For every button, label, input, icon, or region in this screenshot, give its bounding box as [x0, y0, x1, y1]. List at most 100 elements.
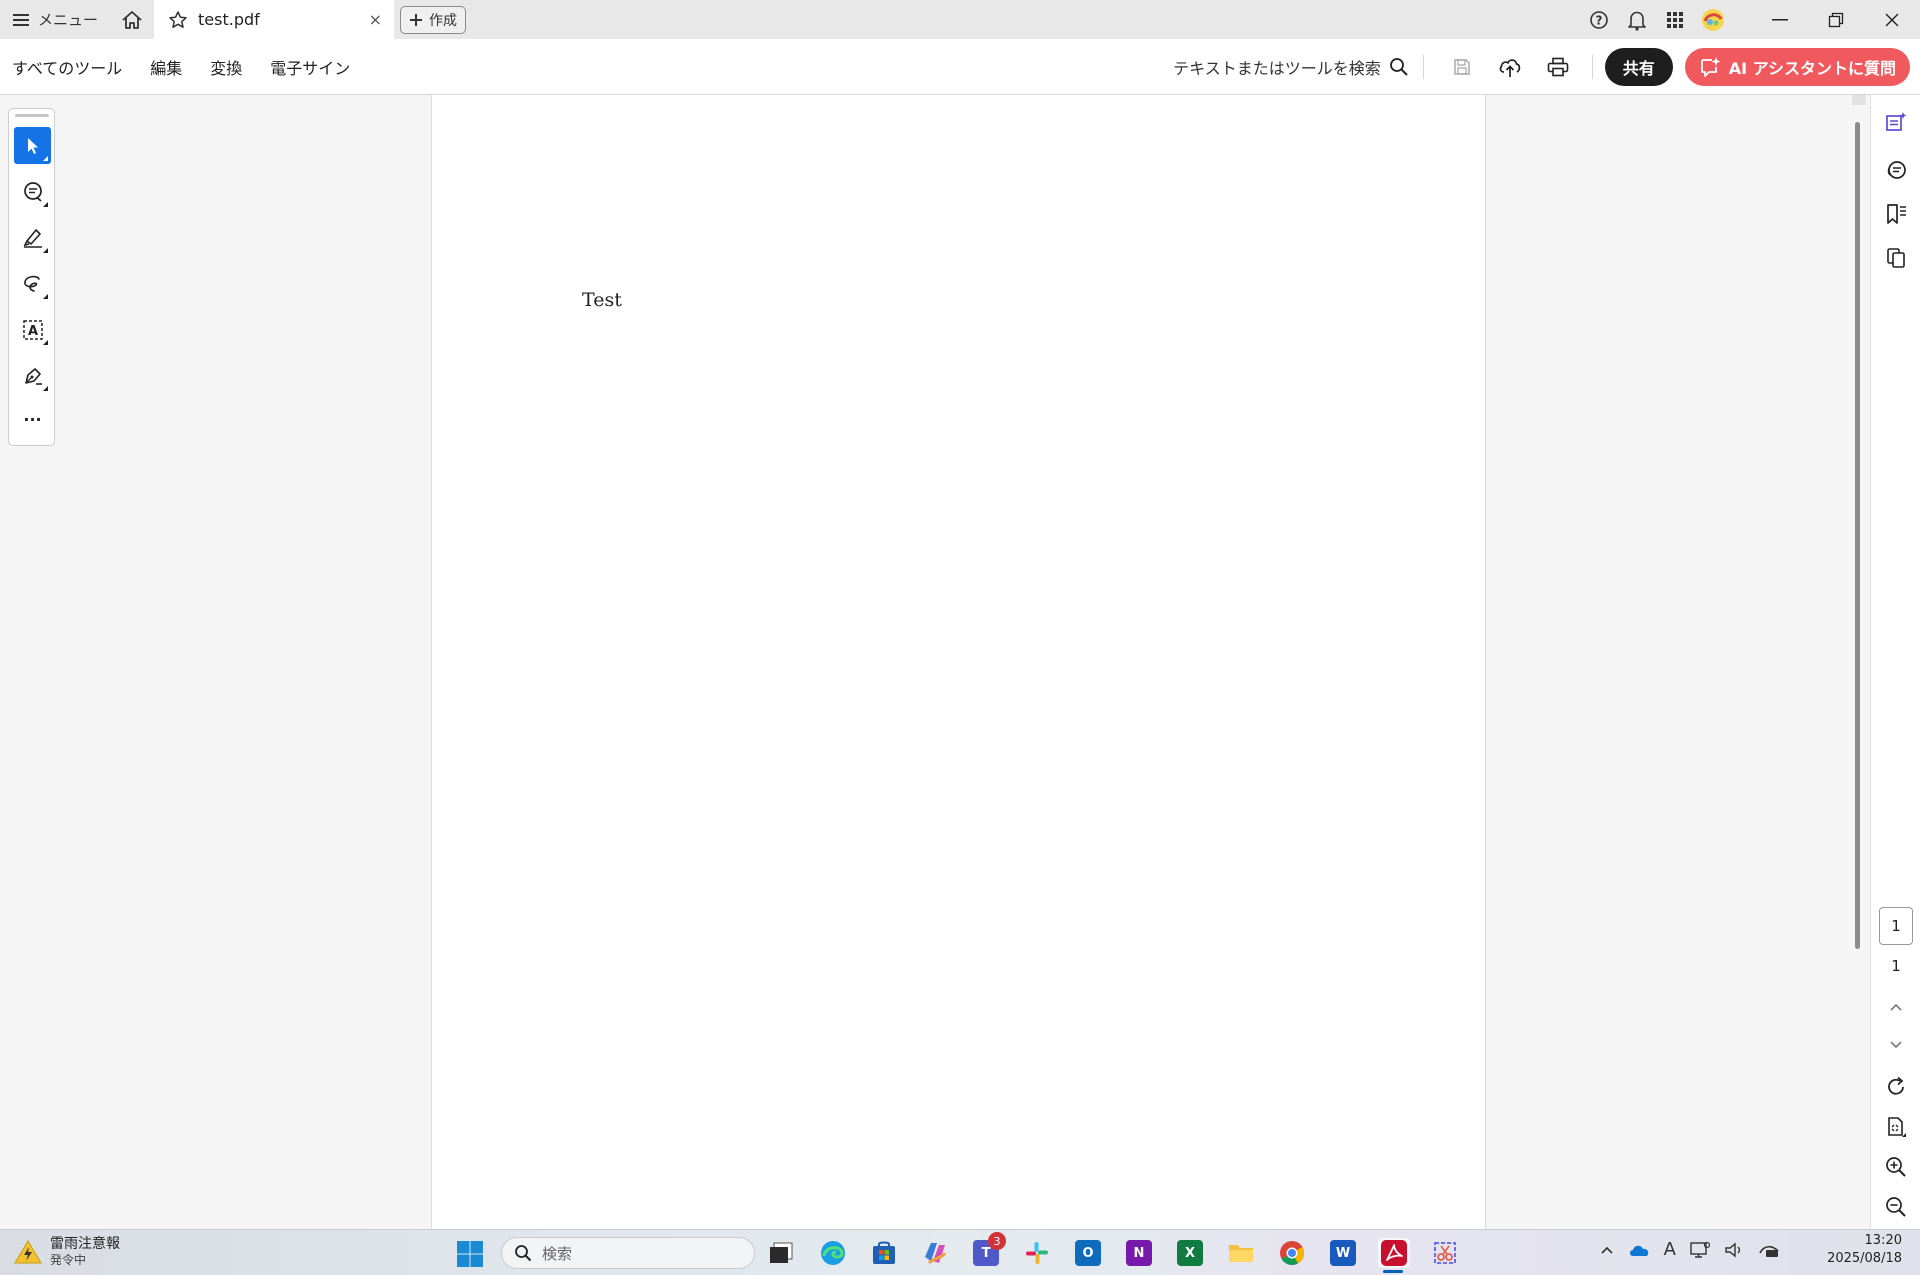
draw-tool[interactable] [14, 265, 51, 302]
word-app[interactable]: W [1327, 1238, 1359, 1268]
create-button[interactable]: 作成 [400, 5, 467, 34]
total-pages: 1 [1891, 957, 1901, 975]
menu-all-tools[interactable]: すべてのツール [12, 55, 122, 79]
scroll-up-arrow[interactable] [1852, 95, 1866, 105]
taskbar-search-placeholder: 検索 [542, 1244, 573, 1263]
active-app-indicator [1383, 1270, 1403, 1273]
submenu-indicator [43, 340, 48, 345]
select-tool[interactable] [14, 127, 51, 164]
avatar[interactable] [1694, 0, 1732, 39]
excel-icon: X [1177, 1240, 1203, 1266]
file-explorer-app[interactable] [1225, 1238, 1257, 1268]
svg-text:A: A [27, 324, 37, 339]
pen-nib-icon [22, 365, 44, 387]
print-button[interactable] [1538, 47, 1578, 87]
snipping-tool-app[interactable] [1429, 1238, 1461, 1268]
toolbar-divider [1422, 55, 1424, 79]
menu-e-sign[interactable]: 電子サイン [270, 55, 350, 79]
pages-icon [1885, 247, 1907, 269]
weather-alert-icon [14, 1239, 42, 1265]
next-page-button[interactable] [1881, 1030, 1911, 1060]
tray-overflow-chevron-up-icon[interactable] [1600, 1245, 1614, 1255]
comment-tool[interactable] [14, 173, 51, 210]
vertical-scrollbar[interactable] [1850, 95, 1870, 1229]
search-icon[interactable] [1389, 57, 1409, 77]
current-page-input[interactable]: 1 [1879, 907, 1913, 945]
save-button[interactable] [1442, 47, 1482, 87]
taskbar-search[interactable]: 検索 [501, 1237, 755, 1269]
highlight-tool[interactable] [14, 219, 51, 256]
sign-tool[interactable] [14, 357, 51, 394]
previous-page-button[interactable] [1881, 992, 1911, 1022]
outlook-app[interactable]: O [1072, 1238, 1104, 1268]
menu-edit[interactable]: 編集 [150, 55, 182, 79]
display-icon[interactable] [1690, 1241, 1710, 1259]
weather-text: 雷雨注意報 発令中 [50, 1236, 120, 1268]
hamburger-icon [12, 12, 30, 28]
submenu-indicator [43, 294, 48, 299]
ime-mode-indicator[interactable]: A [1664, 1239, 1676, 1260]
restore-button[interactable] [1808, 0, 1864, 39]
comments-panel-button[interactable] [1881, 155, 1911, 185]
start-button[interactable] [456, 1240, 484, 1268]
text-recognition-tool[interactable]: A [14, 311, 51, 348]
search-icon [514, 1244, 532, 1262]
create-label: 作成 [429, 12, 458, 29]
battery-network-icon[interactable] [1758, 1241, 1780, 1259]
close-button[interactable] [1864, 0, 1920, 39]
ai-assistant-button[interactable]: AI アシスタントに質問 [1684, 48, 1910, 86]
freehand-draw-icon [22, 274, 44, 294]
page-fit-button[interactable] [1881, 1112, 1911, 1142]
palette-grip[interactable] [15, 114, 49, 117]
comment-list-icon [1885, 159, 1907, 181]
m365-copilot-app[interactable] [919, 1238, 951, 1268]
share-button[interactable]: 共有 [1604, 48, 1673, 86]
excel-app[interactable]: X [1174, 1238, 1206, 1268]
bookmarks-panel-button[interactable] [1881, 199, 1911, 229]
tab-close-icon[interactable]: × [369, 10, 382, 29]
ai-summary-button[interactable] [1881, 107, 1911, 137]
taskbar-clock[interactable]: 13:20 2025/08/18 [1827, 1232, 1902, 1268]
slack-app[interactable] [1021, 1238, 1053, 1268]
submenu-indicator [43, 386, 48, 391]
zoom-in-button[interactable] [1881, 1152, 1911, 1182]
scroll-thumb[interactable] [1855, 122, 1860, 949]
minimize-button[interactable] [1752, 0, 1808, 39]
home-button[interactable] [110, 0, 154, 39]
snipping-icon [1432, 1240, 1458, 1266]
folder-icon [1227, 1241, 1255, 1265]
menu-button[interactable]: メニュー [0, 0, 110, 39]
m365-icon [921, 1239, 949, 1267]
microsoft-store-app[interactable] [868, 1238, 900, 1268]
onenote-app[interactable]: N [1123, 1238, 1155, 1268]
edge-icon [819, 1239, 847, 1267]
slack-icon [1025, 1241, 1049, 1265]
rotate-button[interactable] [1881, 1072, 1911, 1102]
edge-app[interactable] [817, 1238, 849, 1268]
chrome-app[interactable] [1276, 1238, 1308, 1268]
weather-title: 雷雨注意報 [50, 1236, 120, 1252]
menu-convert[interactable]: 変換 [210, 55, 242, 79]
minimize-icon [1772, 18, 1788, 21]
pages-panel-button[interactable] [1881, 243, 1911, 273]
teams-app[interactable]: T 3 [970, 1232, 1006, 1268]
help-icon[interactable]: ? [1580, 0, 1618, 39]
task-view-button[interactable] [765, 1238, 797, 1268]
cloud-upload-button[interactable] [1490, 47, 1530, 87]
acrobat-app[interactable] [1378, 1238, 1410, 1268]
onedrive-icon[interactable] [1628, 1243, 1650, 1257]
comment-icon [22, 181, 44, 203]
pdf-page[interactable]: Test [431, 95, 1486, 1229]
speaker-icon[interactable] [1724, 1241, 1744, 1259]
tool-search-label[interactable]: テキストまたはツールを検索 [1173, 55, 1381, 79]
page-text: Test [582, 289, 622, 311]
zoom-out-button[interactable] [1881, 1192, 1911, 1222]
apps-grid-icon[interactable] [1656, 0, 1694, 39]
chrome-icon [1278, 1239, 1306, 1267]
tab-test-pdf[interactable]: test.pdf × [154, 0, 395, 39]
weather-widget[interactable]: 雷雨注意報 発令中 [14, 1236, 120, 1268]
bell-icon[interactable] [1618, 0, 1656, 39]
more-tools-button[interactable]: ··· [14, 401, 51, 438]
star-icon[interactable] [168, 10, 188, 30]
submenu-indicator [43, 248, 48, 253]
